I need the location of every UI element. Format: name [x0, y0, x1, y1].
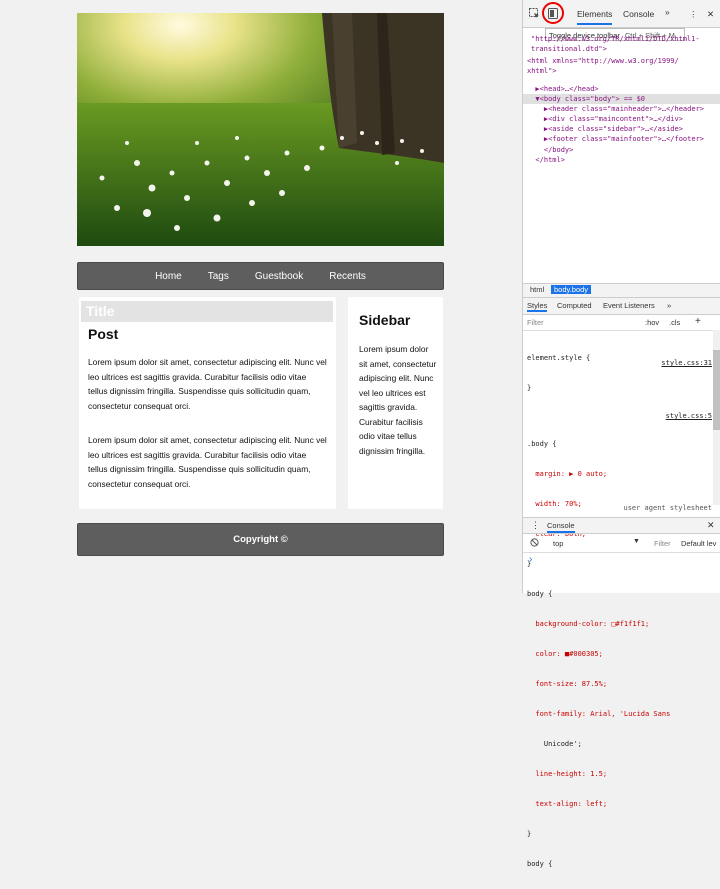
- dom-breadcrumb: html body.body: [523, 283, 720, 298]
- sidebar-text: Lorem ipsum dolor sit amet, consectetur …: [359, 344, 437, 456]
- new-rule-button[interactable]: +: [695, 316, 701, 327]
- rule-line[interactable]: body {: [527, 859, 713, 869]
- main-content: Title Post Lorem ipsum dolor sit amet, c…: [79, 297, 336, 509]
- drawer-tab-console[interactable]: Console: [547, 521, 575, 533]
- dom-line[interactable]: ▶<header class="mainheader">…</header>: [527, 104, 704, 114]
- console-filter-input[interactable]: Filter: [654, 539, 671, 548]
- drawer-tabbar: ⋮ Console ✕: [523, 518, 720, 534]
- page-footer: Copyright ©: [77, 523, 444, 556]
- post-paragraph: Lorem ipsum dolor sit amet, consectetur …: [88, 435, 327, 489]
- forest-meadow-image: [77, 13, 444, 246]
- tab-computed[interactable]: Computed: [557, 301, 592, 310]
- stylesheet-link[interactable]: style.css:31: [661, 359, 712, 367]
- dom-line[interactable]: ▶<footer class="mainfooter">…</footer>: [527, 134, 704, 144]
- hero-image: [77, 13, 444, 246]
- rule-line[interactable]: background-color: □#f1f1f1;: [527, 619, 713, 629]
- tab-elements[interactable]: Elements: [577, 9, 613, 25]
- highlight-circle: [542, 2, 564, 24]
- rule-line: }: [527, 384, 532, 392]
- dom-line[interactable]: "http://www.w3.org/TR/xhtml1/DTD/xhtml1-: [531, 34, 700, 44]
- nav-recents-link[interactable]: Recents: [329, 271, 366, 282]
- rule-line[interactable]: color: ■#000305;: [527, 649, 713, 659]
- devtools-panel: Elements Console » ⋮ ✕ Toggle device too…: [522, 0, 720, 868]
- dom-line[interactable]: <html xmlns="http://www.w3.org/1999/: [527, 56, 679, 66]
- more-style-tabs-icon[interactable]: »: [667, 301, 671, 310]
- devtools-close-icon[interactable]: ✕: [707, 9, 714, 20]
- console-toolbar: top ▼ Filter Default lev: [523, 535, 720, 553]
- rule-line[interactable]: font-size: 87.5%;: [527, 679, 713, 689]
- dom-line[interactable]: ▶<aside class="sidebar">…</aside>: [527, 124, 683, 134]
- main-nav: Home Tags Guestbook Recents: [77, 262, 444, 290]
- sidebar-heading: Sidebar: [359, 312, 411, 328]
- console-prompt[interactable]: ›: [529, 554, 532, 565]
- styles-scrollbar[interactable]: [713, 330, 720, 505]
- tab-event-listeners[interactable]: Event Listeners: [603, 301, 655, 310]
- dom-line[interactable]: </html>: [527, 155, 565, 165]
- rule-line: Unicode';: [527, 740, 582, 748]
- styles-filter-input[interactable]: Filter: [527, 318, 544, 327]
- styles-tabbar: Styles Computed Event Listeners »: [523, 298, 720, 315]
- post-paragraph: Lorem ipsum dolor sit amet, consectetur …: [88, 357, 327, 411]
- user-agent-label: user agent stylesheet: [623, 504, 712, 512]
- tab-styles[interactable]: Styles: [527, 301, 548, 312]
- nav-tags-link[interactable]: Tags: [208, 271, 229, 282]
- console-drawer: ⋮ Console ✕ top ▼ Filter Default lev ›: [523, 517, 720, 594]
- chevron-down-icon[interactable]: ▼: [633, 538, 640, 545]
- rule-line[interactable]: font-family: Arial, 'Lucida Sans: [527, 709, 713, 719]
- log-levels-select[interactable]: Default lev: [681, 539, 716, 548]
- nav-guestbook-link[interactable]: Guestbook: [255, 271, 303, 282]
- dom-line[interactable]: ▶<div class="maincontent">…</div>: [527, 114, 683, 124]
- rule-line[interactable]: line-height: 1.5;: [527, 769, 713, 779]
- rule-line[interactable]: text-align: left;: [527, 799, 713, 809]
- stylesheet-link[interactable]: style.css:5: [666, 412, 712, 420]
- rule-line[interactable]: margin: ▶ 0 auto;: [527, 469, 713, 479]
- class-toggle[interactable]: .cls: [669, 318, 680, 327]
- webpage-viewport: Home Tags Guestbook Recents Title Post L…: [0, 0, 522, 593]
- tab-console[interactable]: Console: [623, 9, 654, 19]
- post-heading: Post: [88, 326, 119, 342]
- dom-line[interactable]: transitional.dtd">: [531, 44, 607, 54]
- inspect-element-icon[interactable]: [529, 8, 540, 21]
- dom-line[interactable]: xhtml">: [527, 66, 557, 76]
- dom-line[interactable]: ▼<body class="body"> == $0: [527, 94, 645, 104]
- more-tabs-icon[interactable]: »: [665, 7, 670, 17]
- breadcrumb-body[interactable]: body.body: [551, 285, 592, 294]
- rule-line: }: [527, 830, 532, 838]
- dom-line[interactable]: </body>: [527, 145, 574, 155]
- breadcrumb-html[interactable]: html: [527, 285, 547, 294]
- drawer-menu-icon[interactable]: ⋮: [531, 520, 540, 531]
- rule-line[interactable]: .body {: [527, 439, 713, 449]
- devtools-tabbar: Elements Console » ⋮ ✕: [523, 0, 720, 28]
- dom-line[interactable]: ▶<head>…</head>: [527, 84, 598, 94]
- sidebar: Sidebar Lorem ipsum dolor sit amet, cons…: [348, 297, 443, 509]
- clear-console-icon[interactable]: [530, 538, 539, 549]
- context-select[interactable]: top: [553, 539, 563, 548]
- nav-home-link[interactable]: Home: [155, 271, 182, 282]
- styles-filter-bar: Filter :hov .cls +: [523, 316, 720, 331]
- title-bar: Title: [81, 301, 333, 322]
- drawer-close-icon[interactable]: ✕: [707, 520, 715, 531]
- hover-state-toggle[interactable]: :hov: [645, 318, 659, 327]
- devtools-menu-icon[interactable]: ⋮: [689, 9, 698, 20]
